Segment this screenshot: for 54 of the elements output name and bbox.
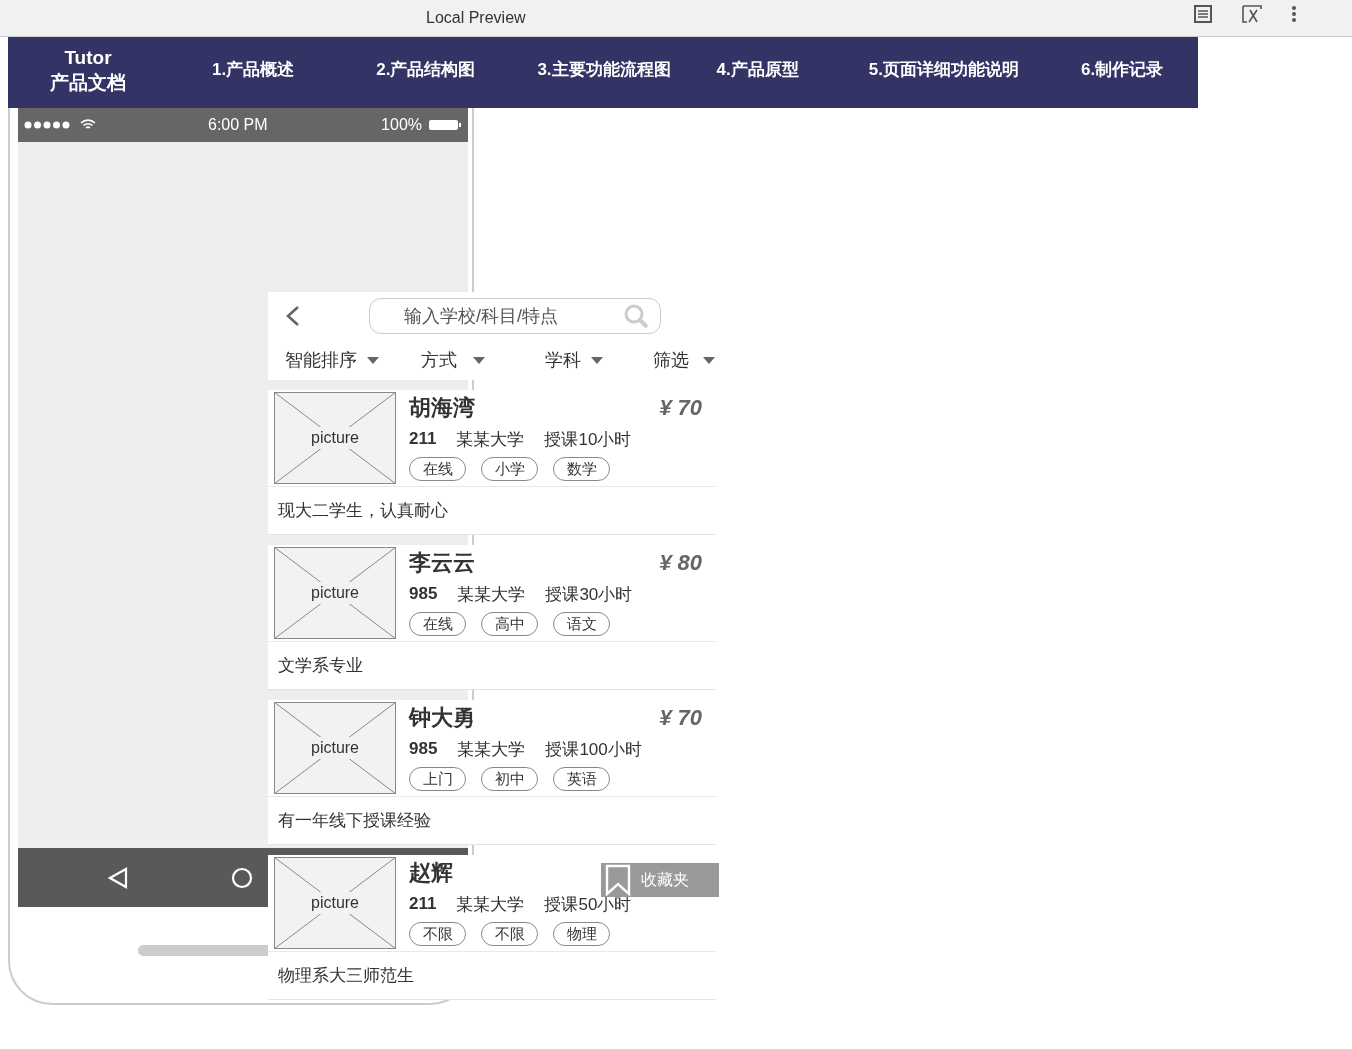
nav-link[interactable]: 2.产品结构图 [376,58,476,81]
nav-link[interactable]: 5.页面详细功能说明 [868,58,1019,81]
tutor-bio: 现大二学生，认真耐心 [277,499,449,522]
tutor-card[interactable]: picture 钟大勇 ¥ 70 985 某某大学 授课100小时 上门 初中 英语 有一年线下授课经验 [268,700,716,845]
tier-label: 985 [409,739,438,759]
caret-icon [703,356,715,364]
tutor-name: 赵辉 [409,859,453,887]
back-icon[interactable] [285,305,301,327]
tutor-name: 李云云 [409,549,475,577]
brand-text: 产品文档 [50,70,126,95]
price: ¥ 70 [659,395,702,421]
caret-icon [591,356,603,364]
teaching-hours: 授课100小时 [545,738,642,761]
tutor-name: 钟大勇 [409,704,475,732]
filter-dropdown[interactable]: 智能排序 [285,348,379,372]
filter-dropdown[interactable]: 筛选 [653,348,715,372]
battery-percent: 100% [381,116,422,134]
teaching-hours: 授课30小时 [545,583,633,606]
home-icon[interactable] [231,867,253,889]
filter-dropdown[interactable]: 学科 [545,348,603,372]
nav-link[interactable]: 1.产品概述 [212,58,295,81]
brand-text: Tutor [64,45,112,70]
teaching-hours: 授课10小时 [544,428,632,451]
tutor-name: 胡海湾 [409,394,475,422]
tutor-bio: 物理系大三师范生 [277,964,415,987]
price: ¥ 80 [659,550,702,576]
tutor-bio: 文学系专业 [277,654,364,677]
tier-label: 985 [409,584,438,604]
battery-icon [428,119,462,131]
window-title: Local Preview [426,9,526,27]
tier-label: 211 [409,429,437,449]
nav-link[interactable]: 3.主要功能流程图 [537,58,671,81]
wifi-icon [80,119,96,131]
nav-link[interactable]: 4.产品原型 [716,58,799,81]
tier-label: 211 [409,894,437,914]
caret-icon [367,356,379,364]
caret-icon [473,356,485,364]
more-icon[interactable] [1291,5,1297,23]
status-time: 6:00 PM [208,116,268,134]
tutor-card[interactable]: picture 李云云 ¥ 80 985 某某大学 授课30小时 在线 高中 语文 文学系专业 [268,545,716,690]
school-name: 某某大学 [456,428,525,451]
school-name: 某某大学 [456,893,525,916]
price: ¥ 70 [659,705,702,731]
back-icon[interactable] [108,867,128,889]
school-name: 某某大学 [457,583,526,606]
filter-dropdown[interactable]: 方式 [421,348,485,372]
search-field[interactable]: 输入学校/科目/特点 [369,298,661,334]
school-name: 某某大学 [457,738,526,761]
tutor-card[interactable]: picture 胡海湾 ¥ 70 211 某某大学 授课10小时 在线 小学 数学 现大二学生，认真耐心 [268,390,716,535]
bookmark-icon [605,864,631,896]
formula-icon[interactable] [1241,4,1263,24]
nav-link[interactable]: 6.制作记录 [1080,58,1164,81]
document-icon[interactable] [1193,4,1213,24]
tutor-bio: 有一年线下授课经验 [277,809,432,832]
